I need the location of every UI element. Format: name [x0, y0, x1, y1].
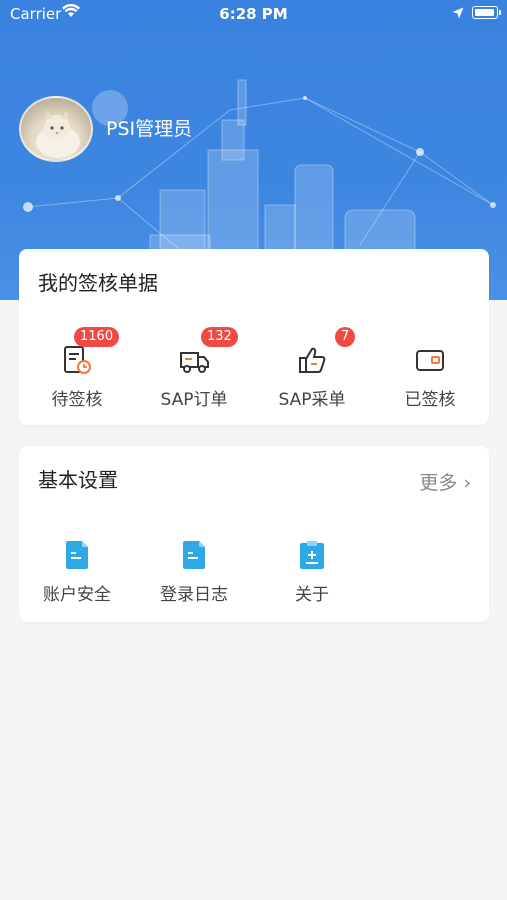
- sap-purchase-item[interactable]: 7 SAP采单: [257, 327, 367, 410]
- account-security-item[interactable]: 账户安全: [22, 538, 132, 605]
- sap-order-count-badge: 132: [201, 327, 238, 347]
- location-arrow-icon: [452, 5, 464, 23]
- sap-purchase-label: SAP采单: [278, 390, 346, 410]
- sap-purchase-count-badge: 7: [335, 327, 356, 347]
- pending-count-badge: 1160: [74, 327, 120, 347]
- thumbs-up-icon: [297, 345, 327, 379]
- sap-order-label: SAP订单: [160, 390, 228, 410]
- pending-approval-item[interactable]: 1160 待签核: [22, 327, 132, 410]
- clock-time: 6:28 PM: [219, 5, 288, 23]
- truck-icon: [178, 345, 210, 379]
- avatar[interactable]: [19, 96, 93, 162]
- pending-doc-icon: [62, 345, 92, 379]
- username: PSI管理员: [106, 118, 193, 140]
- more-label: 更多: [419, 472, 458, 494]
- wallet-icon: [415, 345, 445, 379]
- chevron-right-icon: ›: [463, 472, 471, 494]
- sap-order-item[interactable]: 132 SAP订单: [139, 327, 249, 410]
- account-security-label: 账户安全: [43, 585, 111, 605]
- pending-approval-label: 待签核: [51, 390, 103, 410]
- about-item[interactable]: 关于: [257, 538, 367, 605]
- login-log-item[interactable]: 登录日志: [139, 538, 249, 605]
- status-bar: Carrier 6:28 PM: [0, 0, 507, 30]
- document-icon: [181, 540, 207, 574]
- document-icon: [64, 540, 90, 574]
- approved-label: 已签核: [404, 390, 456, 410]
- battery-icon: [472, 6, 501, 19]
- login-log-label: 登录日志: [160, 585, 228, 605]
- my-documents-card: 我的签核单据 1160 待签核 132 SAP订单 7 SAP采单 已签核: [19, 249, 489, 425]
- basic-settings-card: 基本设置 更多 › 账户安全 登录日志 关于: [19, 446, 489, 622]
- more-link[interactable]: 更多 ›: [419, 468, 471, 495]
- about-label: 关于: [295, 585, 329, 605]
- my-documents-title: 我的签核单据: [38, 271, 158, 295]
- basic-settings-title: 基本设置: [38, 468, 118, 492]
- clipboard-plus-icon: [299, 540, 325, 574]
- approved-item[interactable]: 已签核: [375, 343, 485, 410]
